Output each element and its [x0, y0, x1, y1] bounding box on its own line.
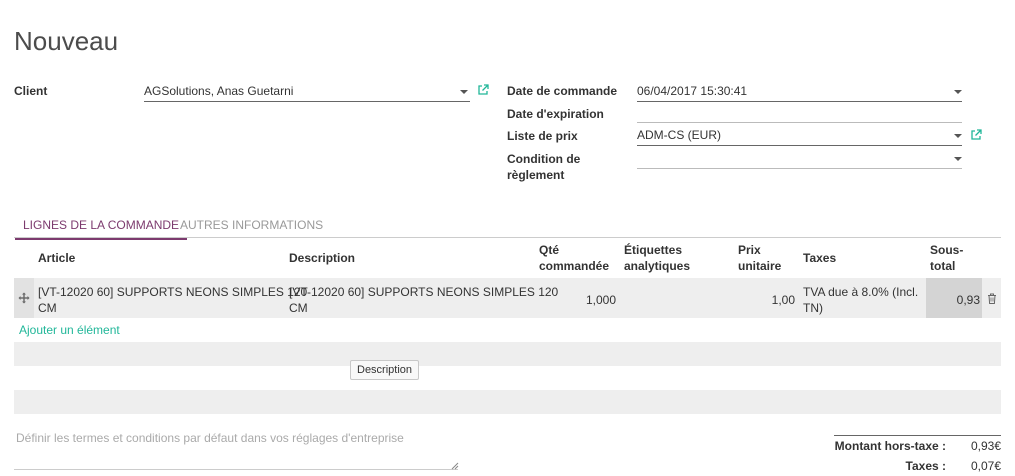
- description-tooltip-button[interactable]: Description: [350, 360, 420, 380]
- row-description-line1: [VT-12020 60] SUPPORTS NEONS SIMPLES 120: [289, 285, 559, 299]
- column-header-tags-line1: Étiquettes: [624, 243, 683, 257]
- drag-handle-icon[interactable]: [18, 292, 30, 304]
- column-header-article[interactable]: Article: [38, 250, 75, 266]
- column-header-taxes[interactable]: Taxes: [803, 250, 836, 266]
- row-description[interactable]: [VT-12020 60] SUPPORTS NEONS SIMPLES 120…: [289, 284, 558, 316]
- column-header-unit-price[interactable]: Prix unitaire: [738, 242, 781, 274]
- section-row: [14, 390, 1001, 414]
- row-taxes-line1: TVA due à 8.0% (Incl.: [803, 285, 919, 299]
- row-unit-price[interactable]: 1,00: [740, 292, 795, 308]
- payment-term-field[interactable]: [637, 147, 962, 169]
- chevron-down-icon[interactable]: [954, 90, 962, 94]
- column-header-price-line1: Prix: [738, 243, 761, 257]
- row-article-line2: CM: [38, 301, 57, 315]
- order-date-field[interactable]: 06/04/2017 15:30:41: [637, 80, 962, 102]
- resize-handle-icon[interactable]: [451, 462, 459, 470]
- taxes-amount-value: 0,07€: [970, 459, 1001, 473]
- order-date-label: Date de commande: [507, 84, 618, 98]
- row-taxes[interactable]: TVA due à 8.0% (Incl. TN): [803, 284, 918, 316]
- row-description-line2: CM: [289, 301, 308, 315]
- external-link-icon[interactable]: [970, 129, 982, 141]
- column-header-price-line2: unitaire: [738, 259, 782, 273]
- column-header-quantity[interactable]: Qté commandée: [539, 242, 609, 274]
- trash-icon[interactable]: [987, 293, 997, 304]
- row-article[interactable]: [VT-12020 60] SUPPORTS NEONS SIMPLES 120…: [38, 284, 307, 316]
- order-date-value: 06/04/2017 15:30:41: [637, 84, 748, 98]
- column-header-analytic-tags[interactable]: Étiquettes analytiques: [624, 242, 690, 274]
- page-title: Nouveau: [14, 26, 119, 56]
- pricelist-field[interactable]: ADM-CS (EUR): [637, 124, 962, 146]
- terms-conditions-input[interactable]: Définir les termes et conditions par déf…: [16, 431, 404, 445]
- expiration-date-label: Date d'expiration: [507, 107, 604, 121]
- column-header-subtotal[interactable]: Sous- total: [930, 242, 963, 274]
- client-value: AGSolutions, Anas Guetarni: [144, 84, 294, 98]
- payment-term-label: Condition de règlement: [507, 151, 580, 183]
- terms-underline: [14, 469, 458, 470]
- payment-term-label-line2: règlement: [507, 168, 565, 182]
- row-subtotal: 0,93: [956, 293, 980, 307]
- payment-term-label-line1: Condition de: [507, 152, 581, 166]
- tab-other-info[interactable]: Autres informations: [180, 218, 323, 232]
- section-row: [14, 342, 1001, 366]
- add-line-link[interactable]: Ajouter un élément: [19, 323, 120, 337]
- row-taxes-line2: TN): [803, 301, 823, 315]
- chevron-down-icon[interactable]: [954, 134, 962, 138]
- client-label: Client: [14, 84, 48, 98]
- column-header-quantity-line2: commandée: [539, 259, 610, 273]
- untaxed-amount-label: Montant hors-taxe :: [834, 439, 946, 453]
- client-field[interactable]: AGSolutions, Anas Guetarni: [144, 80, 470, 102]
- row-article-line1: [VT-12020 60] SUPPORTS NEONS SIMPLES 120: [38, 285, 308, 299]
- pricelist-label: Liste de prix: [507, 129, 578, 143]
- row-quantity[interactable]: 1,000: [560, 292, 616, 308]
- totals-divider: [834, 435, 1001, 436]
- tab-order-lines[interactable]: Lignes de la commande: [14, 218, 188, 240]
- pricelist-value: ADM-CS (EUR): [637, 128, 721, 142]
- notebook-tabs: Lignes de la commande Autres information…: [14, 214, 1001, 240]
- column-header-subtotal-line1: Sous-: [930, 243, 964, 257]
- column-header-description[interactable]: Description: [289, 250, 355, 266]
- taxes-amount-label: Taxes :: [905, 459, 946, 473]
- expiration-date-field[interactable]: [637, 101, 962, 123]
- column-header-quantity-line1: Qté: [539, 243, 560, 257]
- untaxed-amount-value: 0,93€: [970, 439, 1001, 453]
- chevron-down-icon[interactable]: [460, 90, 468, 94]
- chevron-down-icon[interactable]: [954, 157, 962, 161]
- column-header-subtotal-line2: total: [930, 259, 956, 273]
- external-link-icon[interactable]: [477, 84, 489, 96]
- column-header-tags-line2: analytiques: [624, 259, 691, 273]
